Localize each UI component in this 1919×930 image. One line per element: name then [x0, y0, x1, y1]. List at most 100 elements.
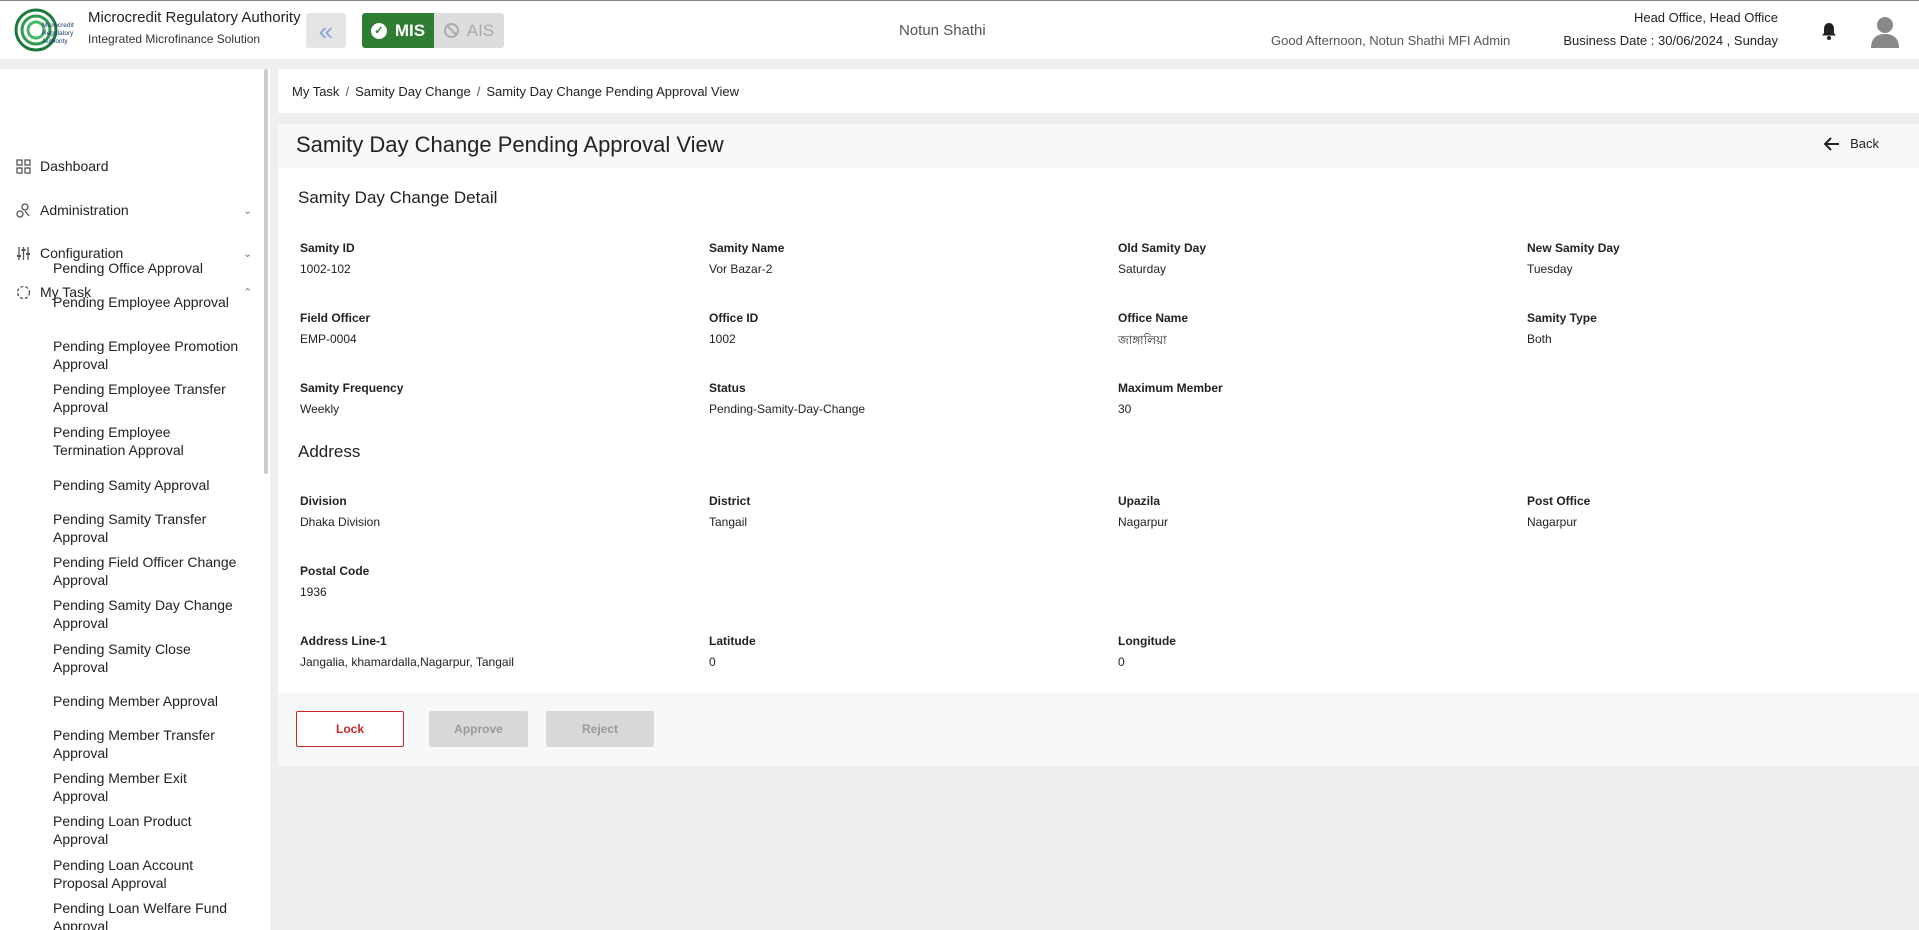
admin-icon [16, 202, 30, 218]
action-bar: Lock Approve Reject [278, 693, 1919, 766]
field-maximum-member: Maximum Member 30 [1118, 381, 1498, 416]
sidebar-subitem[interactable]: Pending Employee Transfer Approval [53, 380, 243, 416]
sidebar-subitem[interactable]: Pending Member Exit Approval [53, 769, 243, 805]
reject-button[interactable]: Reject [546, 711, 654, 747]
business-date: Business Date : 30/06/2024 , Sunday [1563, 33, 1778, 48]
page-title-bar: Samity Day Change Pending Approval View … [278, 124, 1919, 168]
field-label: Division [300, 494, 347, 508]
field-label: Samity Name [709, 241, 785, 255]
bell-icon[interactable] [1819, 21, 1839, 41]
sidebar-item-dashboard[interactable]: Dashboard [0, 151, 260, 181]
field-label: Status [709, 381, 746, 395]
field-old-samity-day: Old Samity Day Saturday [1118, 241, 1498, 276]
field-field-officer: Field Officer EMP-0004 [300, 311, 680, 346]
office-name: Head Office, Head Office [1633, 10, 1778, 25]
ais-label: AIS [466, 20, 495, 40]
page-title: Samity Day Change Pending Approval View [296, 132, 724, 157]
field-value: Nagarpur [1118, 515, 1169, 529]
field-latitude: Latitude 0 [709, 634, 1089, 669]
sidebar-item-label: Administration [40, 202, 129, 218]
field-label: District [709, 494, 751, 508]
sidebar-subitem[interactable]: Pending Office Approval [53, 259, 243, 277]
field-district: District Tangail [709, 494, 1089, 529]
breadcrumb: My Task / Samity Day Change / Samity Day… [278, 69, 1919, 113]
field-value: Tuesday [1527, 262, 1573, 276]
mfi-name: Notun Shathi [899, 22, 986, 39]
check-circle-icon: ✓ [370, 22, 387, 39]
breadcrumb-item[interactable]: My Task [292, 84, 339, 99]
user-avatar-icon[interactable] [1869, 14, 1901, 48]
field-value: Saturday [1118, 262, 1167, 276]
sidebar-item-administration[interactable]: Administration ⌄ [0, 195, 260, 225]
field-value: EMP-0004 [300, 332, 357, 346]
top-header: Microcredit Regulatory Authority Microcr… [0, 0, 1919, 59]
sidebar-subitem[interactable]: Pending Samity Day Change Approval [53, 596, 243, 632]
ais-toggle-button[interactable]: AIS [434, 13, 504, 48]
field-upazila: Upazila Nagarpur [1118, 494, 1498, 529]
chevron-up-icon: ⌃ [243, 286, 253, 299]
sidebar-subitem[interactable]: Pending Loan Welfare Fund Approval [53, 899, 243, 930]
sidebar-subitem[interactable]: Pending Samity Approval [53, 476, 243, 494]
field-value: Pending-Samity-Day-Change [709, 402, 866, 416]
field-value: জাঙ্গালিয়া [1118, 333, 1167, 347]
org-name: Microcredit Regulatory Authority [88, 9, 301, 26]
sidebar-subitem[interactable]: Pending Samity Transfer Approval [53, 510, 243, 546]
field-office-id: Office ID 1002 [709, 311, 1089, 346]
sliders-icon [17, 246, 30, 260]
field-samity-name: Samity Name Vor Bazar-2 [709, 241, 1089, 276]
field-value: Nagarpur [1527, 515, 1578, 529]
detail-card: Samity Day Change Detail Samity ID 1002-… [278, 168, 1919, 693]
mis-label: MIS [394, 20, 426, 40]
sidebar-subitem[interactable]: Pending Employee Promotion Approval [53, 337, 243, 373]
field-label: Latitude [709, 634, 756, 648]
field-value: 1936 [300, 585, 327, 599]
field-office-name: Office Name জাঙ্গালিয়া [1118, 311, 1498, 352]
breadcrumb-item[interactable]: Samity Day Change [355, 84, 471, 99]
collapse-sidebar-button[interactable]: « [306, 13, 346, 48]
address-section-title: Address [298, 442, 361, 461]
sidebar-subitem[interactable]: Pending Samity Close Approval [53, 640, 243, 676]
sidebar-subitem[interactable]: Pending Member Transfer Approval [53, 726, 243, 762]
field-label: Address Line-1 [300, 634, 387, 648]
sidebar: Dashboard Administration ⌄ Configuration… [0, 69, 270, 930]
field-label: Upazila [1118, 494, 1161, 508]
lock-button[interactable]: Lock [296, 711, 404, 747]
sidebar-subitem[interactable]: Pending Employee Approval [53, 293, 243, 311]
sidebar-subitem[interactable]: Pending Field Officer Change Approval [53, 553, 243, 589]
field-value: 30 [1118, 402, 1132, 416]
greeting-text: Good Afternoon, Notun Shathi MFI Admin [1271, 33, 1511, 48]
field-samity-id: Samity ID 1002-102 [300, 241, 680, 276]
field-value: Weekly [300, 402, 340, 416]
field-value: Both [1527, 332, 1552, 346]
sidebar-subitem[interactable]: Pending Employee Termination Approval [53, 423, 243, 459]
field-value: Jangalia, khamardalla,Nagarpur, Tangail [300, 655, 514, 669]
sidebar-subitem[interactable]: Pending Loan Product Approval [53, 812, 243, 848]
field-label: Samity ID [300, 241, 355, 255]
field-label: Samity Type [1527, 311, 1597, 325]
double-chevron-left-icon: « [318, 15, 334, 46]
field-status: Status Pending-Samity-Day-Change [709, 381, 1089, 416]
breadcrumb-item-current: Samity Day Change Pending Approval View [486, 83, 739, 99]
back-button[interactable]: Back [1824, 136, 1879, 151]
field-label: Postal Code [300, 564, 370, 578]
field-value: Tangail [709, 515, 748, 529]
field-label: Office ID [709, 311, 759, 325]
approve-button[interactable]: Approve [429, 711, 528, 747]
field-label: New Samity Day [1527, 241, 1620, 255]
sidebar-scrollbar[interactable] [264, 69, 268, 474]
field-samity-type: Samity Type Both [1527, 311, 1907, 346]
field-address-line-1: Address Line-1 Jangalia, khamardalla,Nag… [300, 634, 680, 669]
detail-section-title: Samity Day Change Detail [298, 188, 498, 207]
mis-toggle-button[interactable]: ✓ MIS [362, 13, 434, 48]
svg-text:Authority: Authority [42, 38, 68, 45]
field-label: Office Name [1118, 311, 1189, 325]
grid-icon [16, 158, 31, 174]
sidebar-subitem[interactable]: Pending Loan Account Proposal Approval [53, 856, 243, 892]
svg-text:Regulatory: Regulatory [42, 30, 74, 37]
chevron-down-icon: ⌄ [243, 204, 253, 217]
field-label: Field Officer [300, 311, 371, 325]
field-new-samity-day: New Samity Day Tuesday [1527, 241, 1907, 276]
sidebar-subitem[interactable]: Pending Member Approval [53, 692, 243, 710]
field-label: Old Samity Day [1118, 241, 1207, 255]
field-postal-code: Postal Code 1936 [300, 564, 680, 599]
